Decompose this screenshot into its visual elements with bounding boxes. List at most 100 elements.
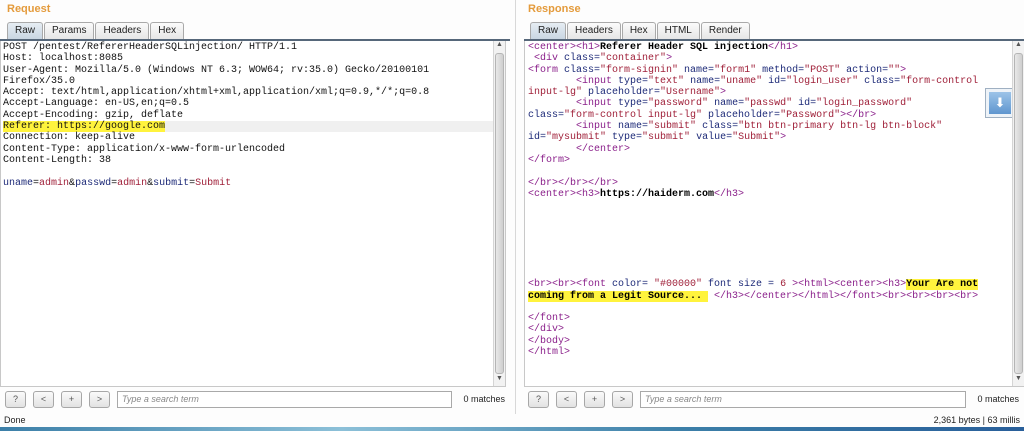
line-text: Host: localhost:8085 xyxy=(3,53,124,65)
tab-render[interactable]: Render xyxy=(700,22,750,39)
code-token: <center><h1> xyxy=(528,42,601,53)
code-token: "POST" xyxy=(804,64,841,76)
response-match-count: 0 matches xyxy=(977,394,1019,404)
code-line: </form> xyxy=(528,155,978,166)
response-search-bar: ? < + > Type a search term 0 matches xyxy=(528,390,1024,408)
scroll-down-icon[interactable]: ▼ xyxy=(1013,375,1024,386)
tab-headers[interactable]: Headers xyxy=(95,22,150,39)
code-token: <form xyxy=(528,64,565,76)
code-token: Your Are not xyxy=(906,279,979,291)
code-token: "passwd" xyxy=(744,98,793,110)
code-token: input-lg" xyxy=(528,87,583,99)
code-token: </h1> xyxy=(768,42,799,53)
body-token: Submit xyxy=(195,177,232,189)
code-line: Host: localhost:8085 xyxy=(3,53,429,64)
code-token: class= xyxy=(528,109,565,121)
request-title: Request xyxy=(7,3,51,15)
code-token: <input xyxy=(576,75,619,87)
add-button[interactable]: + xyxy=(584,390,605,408)
tab-raw[interactable]: Raw xyxy=(530,22,567,39)
request-text[interactable]: POST /pentest/RefererHeaderSQLinjection/… xyxy=(3,42,505,189)
request-search-input[interactable]: Type a search term xyxy=(117,390,452,408)
code-token: "" xyxy=(888,64,901,76)
code-token: <input xyxy=(576,121,619,133)
response-scrollbar[interactable]: ▲ ▼ xyxy=(1012,41,1024,386)
line-text: Content-Type: application/x-www-form-url… xyxy=(3,143,286,155)
tab-raw[interactable]: Raw xyxy=(7,22,44,39)
code-token: </center> xyxy=(576,143,631,155)
body-token: passwd xyxy=(75,177,112,189)
code-line: </center> xyxy=(528,144,978,155)
response-tabs: Raw Headers Hex HTML Render xyxy=(530,22,751,39)
scroll-thumb[interactable] xyxy=(495,53,504,374)
scroll-down-icon[interactable]: ▼ xyxy=(494,375,505,386)
code-token: placeholder= xyxy=(702,109,781,121)
response-text[interactable]: <center><h1>Referer Header SQL injection… xyxy=(528,42,978,358)
code-token: > xyxy=(666,53,673,65)
tab-hex[interactable]: Hex xyxy=(150,22,185,39)
code-token: "form-signin" xyxy=(600,64,679,76)
line-text: POST /pentest/RefererHeaderSQLinjection/… xyxy=(3,42,298,53)
code-line: User-Agent: Mozilla/5.0 (Windows NT 6.3;… xyxy=(3,65,429,76)
body-token: uname xyxy=(3,177,34,189)
code-line: Accept: text/html,application/xhtml+xml,… xyxy=(3,87,429,98)
code-line: <center><h3>https://haiderm.com</h3> xyxy=(528,189,978,200)
tab-hex[interactable]: Hex xyxy=(621,22,656,39)
next-button[interactable]: > xyxy=(89,390,110,408)
line-text: Referer: https://google.com xyxy=(3,121,166,133)
code-token: font size = xyxy=(702,279,781,291)
code-token: > xyxy=(720,87,727,99)
response-search-input[interactable]: Type a search term xyxy=(640,390,966,408)
code-line: <div class="container"> xyxy=(528,53,978,64)
scroll-thumb[interactable] xyxy=(1014,53,1023,374)
tab-html[interactable]: HTML xyxy=(656,22,700,39)
scroll-up-icon[interactable]: ▲ xyxy=(1013,41,1024,52)
taskbar-edge xyxy=(0,427,1024,431)
next-button[interactable]: > xyxy=(612,390,633,408)
code-token: ></br> xyxy=(840,109,877,121)
scroll-up-icon[interactable]: ▲ xyxy=(494,41,505,52)
code-line: Connection: keep-alive xyxy=(3,132,429,143)
request-editor[interactable]: POST /pentest/RefererHeaderSQLinjection/… xyxy=(0,41,506,387)
help-button[interactable]: ? xyxy=(5,390,26,408)
request-scrollbar[interactable]: ▲ ▼ xyxy=(493,41,505,386)
code-line: coming from a Legit Source... </h3></cen… xyxy=(528,290,978,302)
code-line: Firefox/35.0 xyxy=(3,76,429,87)
code-token: <center><h3> xyxy=(528,188,601,200)
code-token: </form> xyxy=(528,154,571,166)
code-line: <input name="submit" class="btn btn-prim… xyxy=(528,121,978,132)
code-token: "container" xyxy=(600,53,667,65)
code-line: </br></br></br> xyxy=(528,178,978,189)
code-token: class= xyxy=(696,121,739,133)
code-token: "mysubmit" xyxy=(546,132,607,144)
code-token: </font> xyxy=(528,313,571,325)
code-token: ><html><center><h3> xyxy=(786,279,907,291)
response-size-timing: 2,361 bytes | 63 millis xyxy=(933,415,1020,425)
previous-button[interactable]: < xyxy=(33,390,54,408)
tab-headers[interactable]: Headers xyxy=(567,22,621,39)
code-token: placeholder= xyxy=(582,87,661,99)
response-editor[interactable]: <center><h1>Referer Header SQL injection… xyxy=(524,41,1024,387)
code-token: name= xyxy=(678,64,715,76)
code-token: coming from a Legit Source... xyxy=(528,290,709,302)
code-token: name= xyxy=(684,75,721,87)
code-token: id= xyxy=(528,132,547,144)
code-token: "login_password" xyxy=(816,98,913,110)
previous-button[interactable]: < xyxy=(556,390,577,408)
add-button[interactable]: + xyxy=(61,390,82,408)
code-token: "Username" xyxy=(660,87,721,99)
code-token: <div xyxy=(534,53,565,65)
body-token: admin xyxy=(39,177,70,189)
tab-params[interactable]: Params xyxy=(44,22,95,39)
code-token: "submit" xyxy=(642,132,691,144)
code-line: input-lg" placeholder="Username"> xyxy=(528,87,978,98)
scroll-to-bottom-button[interactable]: ⬇ xyxy=(985,88,1015,118)
help-button[interactable]: ? xyxy=(528,390,549,408)
